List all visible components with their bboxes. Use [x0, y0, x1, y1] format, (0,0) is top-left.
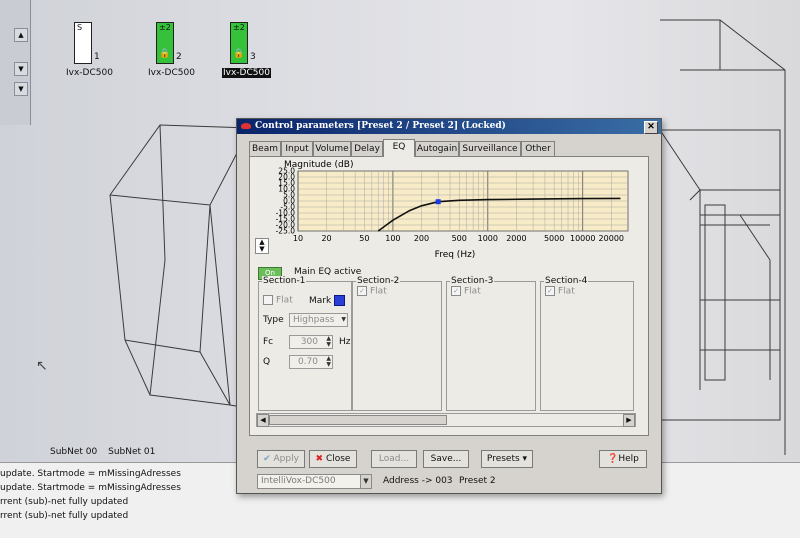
device-icon[interactable]: S — [74, 22, 92, 64]
close-icon[interactable]: ✕ — [644, 121, 658, 134]
tab-delay[interactable]: Delay — [351, 141, 383, 156]
fc-stepper[interactable]: 300 ▲ ▼ — [289, 335, 333, 349]
x-tick-label: 10 — [293, 234, 303, 243]
lock-icon: 🔒 — [159, 49, 171, 59]
device-icon[interactable]: ±2 🔒 — [156, 22, 174, 64]
device-label: Ivx-DC500 — [222, 68, 271, 78]
tree-panel: ▲ ▼ ▼ — [0, 0, 31, 125]
scroll-up-icon[interactable]: ▲ — [14, 28, 28, 42]
dropdown-icon: ▾ — [519, 454, 528, 464]
device-1[interactable]: S 1 Ivx-DC500 — [66, 22, 126, 82]
x-tick-label: 50 — [359, 234, 369, 243]
eq-panel: Magnitude (dB) 25.0 20.0 15.0 10.0 5.0 0.0 -5.… — [249, 156, 649, 436]
device-2[interactable]: ±2 🔒 2 Ivx-DC500 — [148, 22, 208, 82]
flat-checkbox[interactable]: Flat — [263, 295, 293, 306]
dialog-titlebar[interactable]: Control parameters [Preset 2 / Preset 2]… — [237, 119, 661, 134]
flat-checkbox[interactable]: ✓ Flat — [545, 286, 575, 297]
x-icon: ✖ — [315, 454, 326, 464]
log-line: rrent (sub)-net fully updated — [0, 497, 129, 507]
eq-section-marker — [435, 199, 441, 205]
section-4: Section-4 ✓ Flat — [540, 276, 634, 411]
control-parameters-dialog: Control parameters [Preset 2 / Preset 2]… — [236, 118, 662, 494]
check-icon: ✔ — [263, 454, 274, 464]
log-line: rrent (sub)-net fully updated — [0, 511, 129, 521]
device-icon[interactable]: ±2 🔒 — [230, 22, 248, 64]
section-1: Section-1 Flat Mark Type Highpass ▼ Fc 30… — [258, 276, 352, 411]
device-3[interactable]: ±2 🔒 3 Ivx-DC500 — [222, 22, 282, 82]
lock-icon: 🔒 — [233, 49, 245, 59]
type-label: Type — [263, 315, 284, 325]
dialog-title: Control parameters [Preset 2 / Preset 2]… — [255, 121, 506, 131]
help-button[interactable]: ❓Help — [599, 450, 647, 468]
save-button[interactable]: Save... — [423, 450, 469, 468]
magnitude-chart: Magnitude (dB) 25.020.015.010.05.00.0-5.… — [276, 160, 629, 260]
mark-indicator[interactable] — [334, 295, 346, 306]
section-2: Section-2 ✓ Flat — [352, 276, 442, 411]
q-label: Q — [263, 357, 271, 367]
device-label: Ivx-DC500 — [148, 68, 195, 78]
device-label: Ivx-DC500 — [66, 68, 113, 78]
tab-volume[interactable]: Volume — [313, 141, 351, 156]
x-axis-label: Freq (Hz) — [435, 250, 476, 260]
device-type-select[interactable]: IntelliVox-DC500 ▼ — [257, 474, 372, 489]
scroll-left-icon[interactable]: ◀ — [257, 414, 269, 427]
presets-button[interactable]: Presets ▾ — [481, 450, 533, 468]
mouse-cursor-icon: ↖ — [36, 358, 48, 374]
help-icon: ❓ — [607, 454, 619, 464]
tab-eq[interactable]: EQ — [383, 139, 415, 157]
x-tick-label: 500 — [452, 234, 467, 243]
type-select[interactable]: Highpass ▼ — [289, 313, 348, 327]
x-tick-label: 5000 — [544, 234, 564, 243]
tab-autogain[interactable]: Autogain — [415, 141, 459, 156]
subnet-tab[interactable]: SubNet 01 — [108, 447, 155, 457]
app-icon — [241, 123, 251, 129]
section-title: Section-4 — [544, 276, 589, 286]
x-tick-label: 1000 — [478, 234, 498, 243]
device-number: 1 — [94, 52, 100, 62]
x-tick-label: 2000 — [506, 234, 526, 243]
subnet-tabs: SubNet 00 SubNet 01 — [50, 447, 163, 457]
section-3: Section-3 ✓ Flat — [446, 276, 536, 411]
tab-input[interactable]: Input — [281, 141, 313, 156]
x-tick-label: 100 — [385, 234, 400, 243]
tab-beam[interactable]: Beam — [249, 141, 281, 156]
scroll-right-icon[interactable]: ▶ — [623, 414, 635, 427]
device-number: 2 — [176, 52, 182, 62]
subnet-tab[interactable]: SubNet 00 — [50, 447, 97, 457]
scrollbar-thumb[interactable] — [269, 415, 447, 425]
address-status: Address -> 003 — [383, 476, 453, 486]
device-number: 3 — [250, 52, 256, 62]
section-title: Section-1 — [262, 276, 307, 286]
tab-surveillance[interactable]: Surveillance — [459, 141, 521, 156]
apply-button[interactable]: ✔ Apply — [257, 450, 305, 468]
fc-label: Fc — [263, 337, 274, 347]
section-title: Section-3 — [450, 276, 495, 286]
q-stepper[interactable]: 0.70 ▲ ▼ — [289, 355, 333, 369]
flat-checkbox[interactable]: ✓ Flat — [451, 286, 481, 297]
fc-unit: Hz — [339, 337, 351, 347]
chart-scroll-spinner[interactable]: ▲ ▼ — [255, 238, 269, 254]
preset-status: Preset 2 — [459, 476, 496, 486]
flat-checkbox[interactable]: ✓ Flat — [357, 286, 387, 297]
sections-scrollbar[interactable]: ◀ ▶ — [256, 413, 636, 427]
x-tick-label: 200 — [414, 234, 429, 243]
scroll-down-icon[interactable]: ▼ — [14, 62, 28, 76]
x-tick-label: 10000 — [570, 234, 595, 243]
mark-toggle[interactable]: Mark — [309, 295, 346, 306]
load-button[interactable]: Load... — [371, 450, 417, 468]
tab-other[interactable]: Other — [521, 141, 555, 156]
scroll-down-icon[interactable]: ▼ — [14, 82, 28, 96]
section-title: Section-2 — [356, 276, 401, 286]
x-tick-label: 20000 — [599, 234, 624, 243]
close-button[interactable]: ✖ Close — [309, 450, 357, 468]
x-tick-label: 20 — [321, 234, 331, 243]
